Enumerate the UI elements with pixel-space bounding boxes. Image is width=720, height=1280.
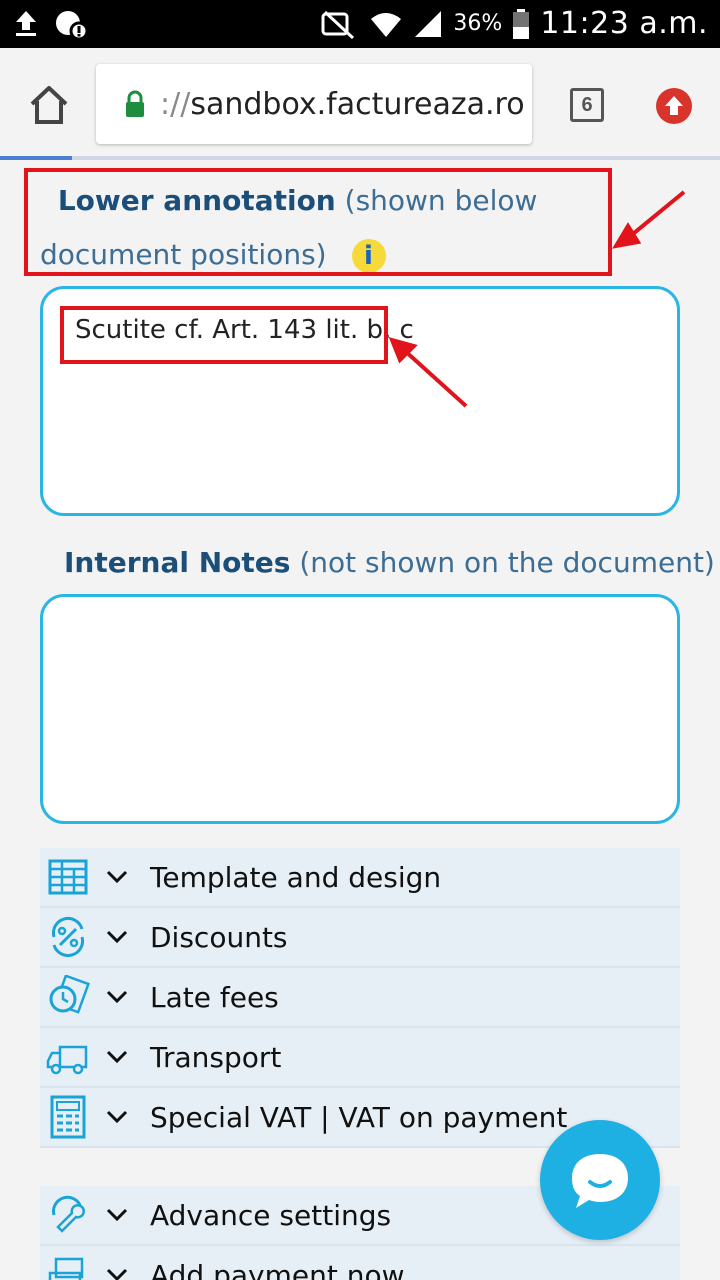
accordion-label: Late fees bbox=[150, 980, 279, 1014]
accordion-label: Template and design bbox=[150, 860, 442, 894]
settings-accordion: Template and design Discounts Late fees … bbox=[40, 848, 680, 1148]
accordion-template-design[interactable]: Template and design bbox=[40, 848, 680, 908]
chat-button[interactable] bbox=[540, 1120, 660, 1240]
chevron-down-icon bbox=[106, 990, 128, 1004]
percent-icon bbox=[51, 916, 85, 958]
accordion-transport[interactable]: Transport bbox=[40, 1028, 680, 1088]
accordion-add-payment[interactable]: Add payment now bbox=[40, 1246, 680, 1280]
chevron-down-icon bbox=[106, 870, 128, 884]
wrench-icon bbox=[52, 1195, 85, 1233]
internal-notes-title: Internal Notes bbox=[64, 546, 291, 579]
internal-notes-label: Internal Notes (not shown on the documen… bbox=[64, 536, 715, 590]
chevron-down-icon bbox=[106, 930, 128, 944]
annotation-arrows bbox=[388, 190, 686, 408]
chevron-down-icon bbox=[106, 1050, 128, 1064]
chevron-down-icon bbox=[106, 1268, 128, 1280]
internal-notes-hint: (not shown on the document) bbox=[299, 546, 715, 579]
calculator-icon bbox=[50, 1095, 86, 1139]
chevron-down-icon bbox=[106, 1208, 128, 1222]
truck-icon bbox=[46, 1045, 88, 1075]
payment-icon bbox=[48, 1257, 84, 1280]
accordion-discounts[interactable]: Discounts bbox=[40, 908, 680, 968]
template-grid-icon bbox=[48, 859, 88, 895]
chat-bubble-icon bbox=[572, 1154, 628, 1208]
chevron-down-icon bbox=[106, 1110, 128, 1124]
clock-money-icon bbox=[49, 975, 90, 1014]
internal-notes-textarea[interactable] bbox=[40, 594, 680, 824]
accordion-label: Add payment now bbox=[150, 1258, 405, 1280]
accordion-label: Discounts bbox=[150, 920, 288, 954]
accordion-late-fees[interactable]: Late fees bbox=[40, 968, 680, 1028]
accordion-label: Transport bbox=[150, 1040, 282, 1074]
accordion-label: Special VAT | VAT on payment bbox=[150, 1100, 568, 1134]
accordion-label: Advance settings bbox=[150, 1198, 392, 1232]
